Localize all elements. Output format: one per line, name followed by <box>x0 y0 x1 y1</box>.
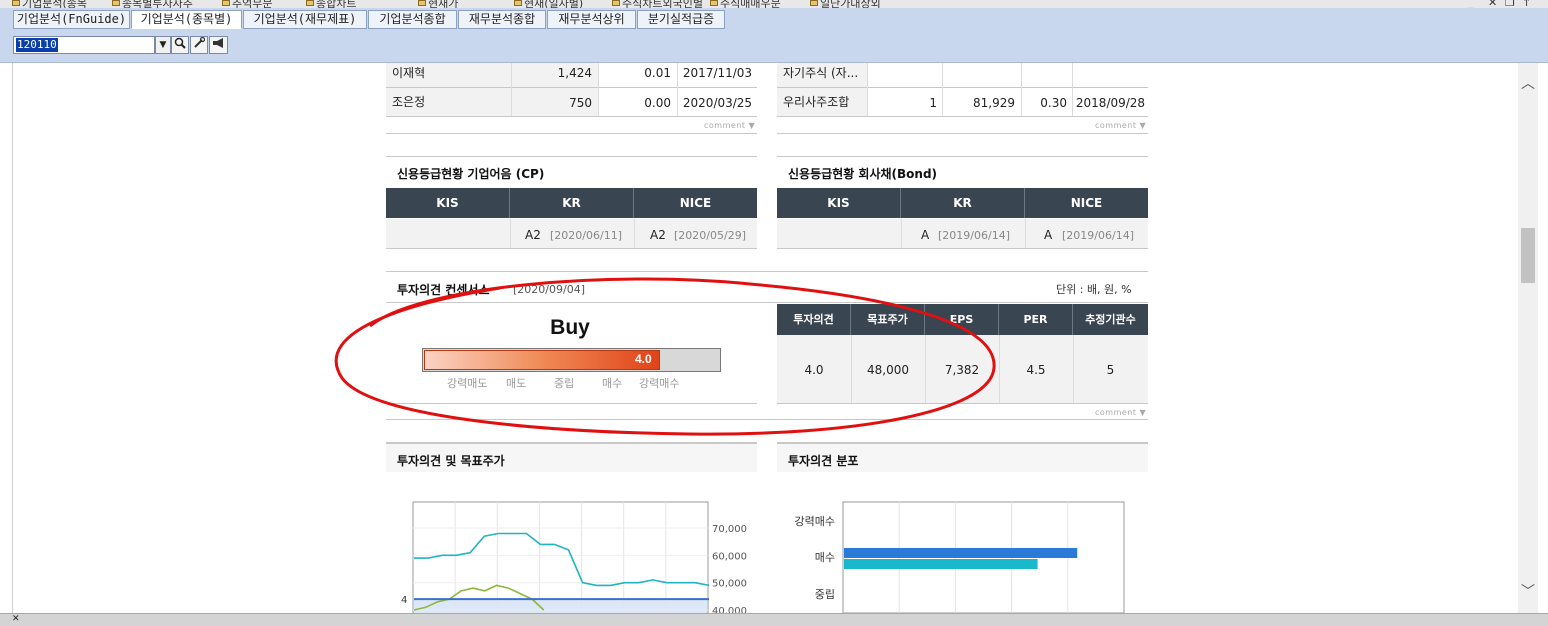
tab-financial-summary[interactable]: 재무분석종합 <box>458 10 546 29</box>
col-header: PER <box>999 304 1073 335</box>
annotation-ellipse <box>334 277 996 436</box>
top-item[interactable]: 현재(일자별) <box>524 0 583 8</box>
section-title: 투자의견 및 목표주가 <box>397 454 505 468</box>
rating-date: [2019/06/14] <box>938 229 1010 242</box>
shareholder-shares: 750 <box>569 96 592 110</box>
consensus-value: 4.5 <box>1026 363 1046 377</box>
close-small-icon[interactable]: ✕ <box>12 614 20 624</box>
section-title: 신용등급현황 기업어음 (CP) <box>397 167 545 181</box>
scroll-up-icon[interactable]: ︿ <box>1518 73 1538 93</box>
top-item[interactable]: 추억무문 <box>232 0 272 8</box>
col-header: NICE <box>634 188 757 218</box>
tools-icon[interactable] <box>190 36 208 54</box>
top-item[interactable]: 주식차트외국인별 <box>622 0 703 8</box>
col-header: KR <box>901 188 1025 218</box>
search-icon[interactable] <box>171 36 189 54</box>
col-header: 추정기관수 <box>1073 304 1148 335</box>
unit-label: 단위 : 배, 원, % <box>1056 283 1132 296</box>
shareholder-pct: 0.00 <box>644 96 671 110</box>
col-header: KIS <box>777 188 901 218</box>
tab-company-by-stock[interactable]: 기업분석(종목별) <box>131 10 242 29</box>
col-header: KR <box>510 188 634 218</box>
opinion-dist-chart: 강력매수매수중립 <box>795 501 1125 613</box>
window-icon <box>222 0 230 6</box>
tab-financial-statements[interactable]: 기업분석(재무제표) <box>243 10 367 29</box>
rating-date: [2020/06/11] <box>550 229 622 242</box>
megaphone-icon[interactable] <box>209 36 228 54</box>
window-icon <box>306 0 314 6</box>
scroll-down-icon[interactable]: ﹀ <box>1518 581 1538 601</box>
pin-icon[interactable]: ↑ <box>1522 0 1531 8</box>
category-label: 매수 <box>815 551 835 564</box>
comment-toggle[interactable]: comment ▼ <box>1095 121 1146 130</box>
top-item[interactable]: 기업분석(종목 <box>22 0 87 8</box>
tab-financial-top[interactable]: 재무분석상위 <box>547 10 636 29</box>
category-label: 중립 <box>815 588 835 601</box>
opinion-area <box>414 599 707 613</box>
shareholder-date: 2017/11/03 <box>682 66 753 80</box>
rating-date: [2019/06/14] <box>1062 229 1134 242</box>
col-header: NICE <box>1025 188 1148 218</box>
consensus-value: 5 <box>1106 363 1115 377</box>
top-item[interactable]: 종목별투자자추 <box>122 0 193 8</box>
left-tick-label: 4 <box>401 595 407 606</box>
opinion-target-chart: 70,000 60,000 50,000 40,000 4 <box>401 501 747 613</box>
shareholder-shares: 1,424 <box>557 66 592 80</box>
restore-icon[interactable]: ❐ <box>1505 0 1515 8</box>
shareholder-count: 1 <box>929 96 937 110</box>
shareholder-shares: 81,929 <box>973 96 1015 110</box>
col-header: KIS <box>386 188 510 218</box>
stock-code-value: 120110 <box>16 38 58 52</box>
y-tick-label: 40,000 <box>712 606 747 613</box>
window-icon <box>418 0 426 6</box>
top-item[interactable]: 주식매매우문 <box>720 0 781 8</box>
comment-toggle[interactable]: comment ▼ <box>1095 408 1146 417</box>
shareholder-pct: 0.01 <box>644 66 671 80</box>
plot-area <box>412 501 709 613</box>
rating-date: [2020/05/29] <box>674 229 746 242</box>
top-item[interactable]: 현재가 <box>428 0 458 8</box>
status-bar: ✕ <box>0 613 1548 626</box>
tab-company-summary[interactable]: 기업분석종합 <box>368 10 457 29</box>
window-icon <box>612 0 620 6</box>
y-tick-label: 70,000 <box>712 524 747 535</box>
tab-fnguide[interactable]: 기업분석(FnGuide) <box>13 10 130 29</box>
left-gutter <box>0 63 13 613</box>
shareholder-name: 자기주식 (자... <box>783 66 859 80</box>
dropdown-arrow-icon[interactable]: ▼ <box>155 36 171 54</box>
shareholder-date: 2020/03/25 <box>682 96 753 110</box>
rating-grade: A2 <box>650 228 666 242</box>
y-tick-label: 60,000 <box>712 551 747 562</box>
bar <box>844 548 1078 558</box>
section-title: 투자의견 분포 <box>788 454 859 468</box>
tab-quarterly-surge[interactable]: 분기실적급증 <box>637 10 725 29</box>
close-icon[interactable]: ✕ <box>1488 0 1497 8</box>
stock-code-input[interactable]: 120110 <box>13 36 155 54</box>
tab-bar: 기업분석(FnGuide) 기업분석(종목별) 기업분석(재무제표) 기업분석종… <box>0 8 1548 63</box>
window-icon <box>12 0 20 6</box>
section-title: 신용등급현황 회사채(Bond) <box>788 167 938 181</box>
minimize-icon[interactable]: _ <box>1468 0 1474 8</box>
scroll-thumb[interactable] <box>1521 228 1535 283</box>
shareholder-date: 2018/09/28 <box>1075 96 1146 110</box>
shareholder-pct: 0.30 <box>1040 96 1067 110</box>
rating-grade: A2 <box>525 228 541 242</box>
shareholder-name: 이재혁 <box>392 66 426 80</box>
window-icon <box>810 0 818 6</box>
vertical-scrollbar[interactable]: ︿ ﹀ <box>1518 63 1538 613</box>
shareholder-name: 조은정 <box>392 95 426 109</box>
rating-grade: A <box>1044 228 1053 242</box>
bar <box>844 559 1038 569</box>
category-label: 강력매수 <box>795 515 835 528</box>
window-icon <box>710 0 718 6</box>
y-tick-label: 50,000 <box>712 579 747 590</box>
top-item[interactable]: 일단가대상외 <box>820 0 881 8</box>
shareholder-name: 우리사주조합 <box>783 95 850 109</box>
window-icon <box>514 0 522 6</box>
top-item[interactable]: 종합차트 <box>316 0 356 8</box>
window-icon <box>112 0 120 6</box>
top-window-strip: 기업분석(종목 종목별투자자추 추억무문 종합차트 현재가 현재(일자별) 주식… <box>0 0 1548 8</box>
rating-grade: A <box>921 228 930 242</box>
comment-toggle[interactable]: comment ▼ <box>704 121 755 130</box>
